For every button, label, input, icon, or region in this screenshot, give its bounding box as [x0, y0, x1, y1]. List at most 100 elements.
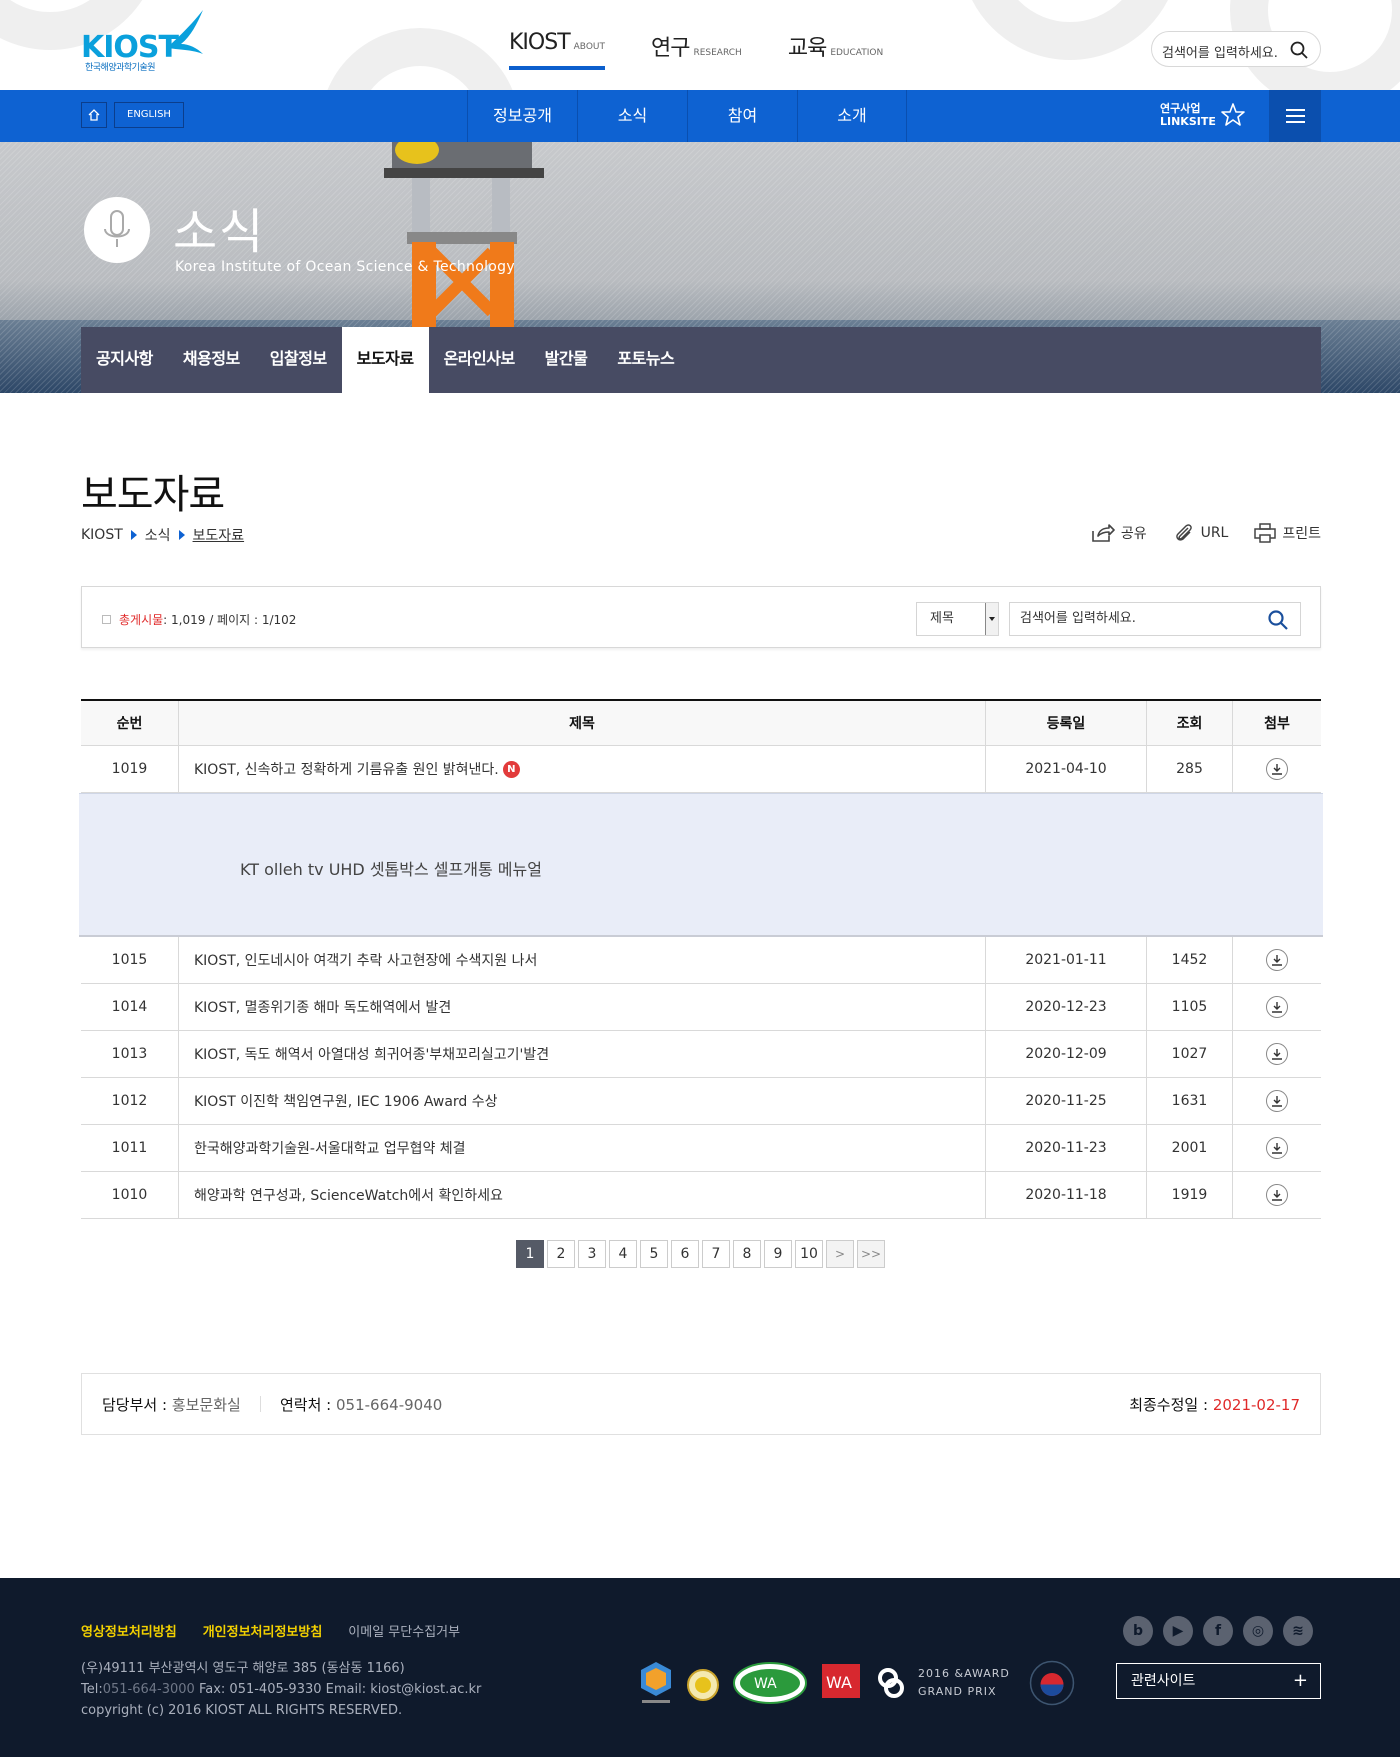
page-3-button[interactable]: 3 [578, 1240, 606, 1268]
subnav-item-press[interactable]: 보도자료 [341, 327, 429, 393]
download-icon[interactable] [1266, 1137, 1288, 1159]
award-symbol-icon [878, 1668, 904, 1698]
press-release-table: 순번 제목 등록일 조회 첨부 1019 KIOST, 신속하고 정확하게 기름… [79, 699, 1323, 1219]
page-2-button[interactable]: 2 [547, 1240, 575, 1268]
blog-icon[interactable]: b [1123, 1616, 1153, 1646]
instagram-icon[interactable]: ◎ [1243, 1616, 1273, 1646]
youtube-icon[interactable]: ▶ [1163, 1616, 1193, 1646]
table-row[interactable]: 1014 KIOST, 멸종위기종 해마 독도해역에서 발견 2020-12-23 1… [81, 984, 1321, 1031]
row-title[interactable]: KIOST, 독도 해역서 아열대성 희귀어종'부채꼬리실고기'발견 [179, 1031, 986, 1077]
subnav-item-notice[interactable]: 공지사항 [81, 327, 168, 393]
last-page-button[interactable]: >> [857, 1240, 885, 1268]
row-views: 2001 [1147, 1125, 1233, 1171]
row-title-cell[interactable]: KIOST, 신속하고 정확하게 기름유출 원인 밝혀낸다. N [179, 746, 986, 792]
download-icon[interactable] [1266, 758, 1288, 780]
row-title[interactable]: KIOST, 신속하고 정확하게 기름유출 원인 밝혀낸다. [194, 759, 499, 779]
footer-links: 영상정보처리방침 개인정보처리정보방침 이메일 무단수집거부 [81, 1621, 460, 1640]
footer-link-privacy-policy[interactable]: 개인정보처리정보방침 [203, 1621, 323, 1640]
related-sites-select[interactable]: 관련사이트 + [1116, 1663, 1321, 1699]
kiost-logo[interactable]: KIOST 한국해양과학기술원 [81, 8, 211, 74]
breadcrumb-current[interactable]: 보도자료 [193, 525, 245, 545]
print-button[interactable]: 프린트 [1254, 522, 1321, 544]
rss-icon[interactable]: ≋ [1283, 1616, 1313, 1646]
table-row[interactable]: 1015 KIOST, 인도네시아 여객기 추락 사고현장에 수색지원 나서 202… [81, 937, 1321, 984]
next-page-button[interactable]: > [826, 1240, 854, 1268]
menu-item-news[interactable]: 소식 [577, 90, 687, 142]
menu-item-intro[interactable]: 소개 [797, 90, 907, 142]
top-search-input[interactable]: 검색어를 입력하세요. [1151, 31, 1321, 67]
row-number: 1013 [81, 1031, 179, 1077]
table-row[interactable]: 1012 KIOST 이진학 책임연구원, IEC 1906 Award 수상 20… [81, 1078, 1321, 1125]
paperclip-icon [1175, 524, 1192, 541]
subnav-item-webzine[interactable]: 온라인사보 [429, 327, 530, 393]
download-icon[interactable] [1266, 996, 1288, 1018]
search-field-select[interactable]: 제목 [916, 602, 999, 636]
hero-subtitle: Korea Institute of Ocean Science & Techn… [175, 259, 515, 275]
social-links: b ▶ f ◎ ≋ [1123, 1616, 1313, 1646]
col-header-title: 제목 [179, 701, 986, 745]
breadcrumb-item[interactable]: KIOST [81, 527, 123, 543]
page-10-button[interactable]: 10 [795, 1240, 823, 1268]
footer-link-cctv-policy[interactable]: 영상정보처리방침 [81, 1621, 177, 1640]
ad-banner[interactable]: KT olleh tv UHD 셋톱박스 셀프개통 메뉴얼 [79, 793, 1323, 937]
row-title[interactable]: 해양과학 연구성과, ScienceWatch에서 확인하세요 [179, 1172, 986, 1218]
row-number: 1010 [81, 1172, 179, 1218]
table-row[interactable]: 1013 KIOST, 독도 해역서 아열대성 희귀어종'부채꼬리실고기'발견 20… [81, 1031, 1321, 1078]
breadcrumb-item[interactable]: 소식 [145, 525, 171, 545]
gnb-item-education[interactable]: 교육 EDUCATION [788, 30, 883, 70]
facebook-icon[interactable]: f [1203, 1616, 1233, 1646]
page-5-button[interactable]: 5 [640, 1240, 668, 1268]
home-button[interactable] [81, 102, 107, 128]
dept-label: 담당부서 : [102, 1396, 168, 1414]
page-4-button[interactable]: 4 [609, 1240, 637, 1268]
breadcrumb-arrow-icon [178, 530, 185, 540]
global-nav: KIOST ABOUT 연구 RESEARCH 교육 EDUCATION [509, 30, 929, 70]
download-icon[interactable] [1266, 949, 1288, 971]
footer-link-email-refusal[interactable]: 이메일 무단수집거부 [348, 1621, 460, 1640]
total-label: 총게시물 [119, 613, 164, 627]
web-accessibility-mark-icon: WA [733, 1662, 807, 1704]
chevron-down-icon[interactable] [985, 603, 998, 635]
svg-text:WA: WA [826, 1673, 852, 1692]
menu-item-participation[interactable]: 참여 [687, 90, 797, 142]
row-date: 2020-11-18 [986, 1172, 1147, 1218]
table-row[interactable]: 1010 해양과학 연구성과, ScienceWatch에서 확인하세요 2020-… [81, 1172, 1321, 1219]
page-7-button[interactable]: 7 [702, 1240, 730, 1268]
english-button[interactable]: ENGLISH [114, 102, 184, 128]
subnav-item-publications[interactable]: 발간물 [530, 327, 603, 393]
share-button[interactable]: 공유 [1091, 522, 1147, 544]
row-title[interactable]: KIOST, 인도네시아 여객기 추락 사고현장에 수색지원 나서 [179, 937, 986, 983]
menu-item-info[interactable]: 정보공개 [467, 90, 577, 142]
download-icon[interactable] [1266, 1043, 1288, 1065]
row-views: 285 [1147, 746, 1233, 792]
row-title[interactable]: KIOST 이진학 책임연구원, IEC 1906 Award 수상 [179, 1078, 986, 1124]
ad-text[interactable]: KT olleh tv UHD 셋톱박스 셀프개통 메뉴얼 [240, 856, 542, 880]
subnav-item-recruit[interactable]: 채용정보 [168, 327, 255, 393]
logo-subtitle: 한국해양과학기술원 [85, 63, 156, 73]
page-6-button[interactable]: 6 [671, 1240, 699, 1268]
subnav-item-photonews[interactable]: 포토뉴스 [602, 327, 689, 393]
tel-value: 051-664-3000 [102, 1682, 195, 1697]
table-row[interactable]: 1019 KIOST, 신속하고 정확하게 기름유출 원인 밝혀낸다. N 202… [81, 746, 1321, 793]
url-button[interactable]: URL [1173, 522, 1228, 544]
all-menu-button[interactable] [1269, 90, 1321, 142]
gnb-item-about[interactable]: KIOST ABOUT [509, 30, 605, 70]
row-title[interactable]: 한국해양과학기술원-서울대학교 업무협약 체결 [179, 1125, 986, 1171]
download-icon[interactable] [1266, 1184, 1288, 1206]
total-value: : 1,019 / 페이지 : 1/102 [163, 613, 297, 627]
page-1-button[interactable]: 1 [516, 1240, 544, 1268]
page-8-button[interactable]: 8 [733, 1240, 761, 1268]
board-search-input[interactable]: 검색어를 입력하세요. [1009, 602, 1301, 636]
row-number: 1014 [81, 984, 179, 1030]
page-9-button[interactable]: 9 [764, 1240, 792, 1268]
subnav-item-bid[interactable]: 입찰정보 [255, 327, 342, 393]
col-header-views: 조회 [1147, 701, 1233, 745]
linksite-button[interactable]: 연구사업 LINKSITE [1160, 102, 1216, 128]
download-icon[interactable] [1266, 1090, 1288, 1112]
row-title[interactable]: KIOST, 멸종위기종 해마 독도해역에서 발견 [179, 984, 986, 1030]
search-icon[interactable] [1290, 41, 1308, 59]
star-icon[interactable] [1220, 102, 1246, 128]
table-row[interactable]: 1011 한국해양과학기술원-서울대학교 업무협약 체결 2020-11-23 200… [81, 1125, 1321, 1172]
gnb-item-research[interactable]: 연구 RESEARCH [651, 30, 742, 70]
search-icon[interactable] [1268, 610, 1288, 630]
